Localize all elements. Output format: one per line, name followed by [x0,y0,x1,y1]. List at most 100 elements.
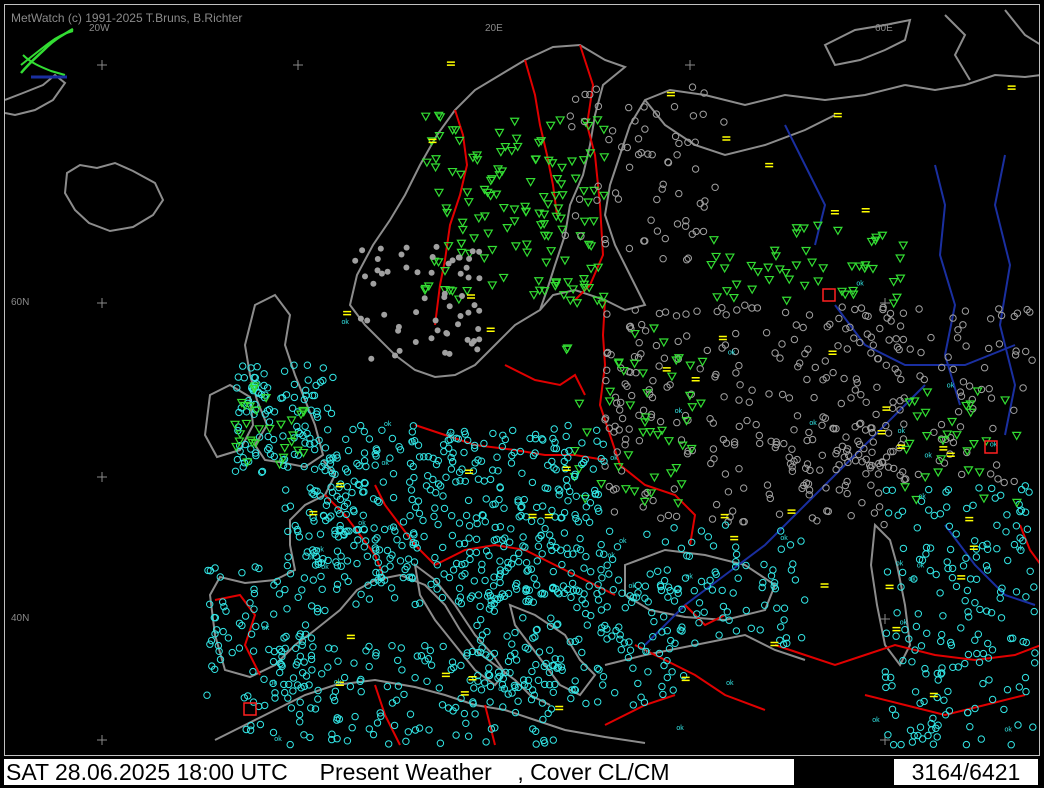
station-symbol [765,390,773,398]
station-symbol [589,465,597,473]
station-symbol [242,725,250,734]
station-symbol [322,501,331,509]
station-symbol [471,710,479,718]
station-symbol [485,664,493,672]
station-symbol [306,733,314,742]
station-symbol [974,630,982,638]
station-symbol [1031,649,1039,657]
station-symbol [294,593,302,601]
station-symbol [870,509,879,517]
station-symbol [448,531,457,540]
overcast-station-symbol [364,317,371,324]
overcast-station-symbol [362,273,368,280]
rain-station-symbol [695,399,706,409]
station-symbol [944,687,952,696]
rain-station-symbol [666,372,677,382]
station-symbol [644,150,652,158]
rain-station-symbol [1000,396,1011,406]
station-symbol [289,687,297,695]
station-symbol [544,709,552,718]
station-symbol [840,374,848,383]
station-symbol [519,676,528,684]
station-symbol [661,234,669,243]
station-symbol [365,435,374,443]
station-symbol [958,470,966,479]
station-symbol [1003,511,1011,519]
station-symbol [625,244,634,253]
station-symbol [1022,687,1030,696]
rain-station-symbol [583,198,594,208]
station-symbol [867,481,875,489]
station-symbol [486,682,495,691]
station-symbol [349,425,357,434]
station-symbol [913,524,921,532]
station-symbol [873,383,881,391]
station-symbol [635,411,643,419]
station-symbol [587,568,595,576]
station-symbol [938,630,946,639]
station-symbol [394,656,402,665]
station-symbol [801,596,809,604]
station-symbol [992,461,1001,469]
station-symbol [316,530,325,538]
station-symbol [876,324,884,333]
station-symbol [439,543,447,552]
station-symbol [748,386,756,394]
rain-station-symbol [867,264,879,274]
fog-station-symbol [460,691,469,696]
rain-station-symbol [764,275,775,285]
rain-station-symbol [684,391,695,401]
station-symbol [634,589,642,597]
station-symbol [357,688,365,696]
station-symbol [481,576,489,585]
coastlines [5,9,1039,744]
station-symbol [582,552,590,561]
station-symbol [538,550,546,558]
fog-station-symbol [666,91,675,97]
station-symbol [282,632,290,641]
overcast-station-symbol [368,355,375,362]
station-symbol [547,614,555,622]
station-symbol [350,541,358,550]
rain-station-symbol [638,428,649,438]
station-symbol [444,704,453,712]
station-symbol [625,103,633,112]
weather-map[interactable]: okokokokokokokokokokokokokokokokokokokok… [5,5,1040,756]
station-symbol [899,335,908,344]
station-symbol [333,547,342,555]
station-symbol [528,478,537,487]
station-symbol [869,341,877,349]
rain-station-symbol [539,210,550,220]
station-symbol [898,507,907,515]
station-symbol [853,379,861,387]
station-symbol [889,398,897,406]
station-symbol [533,581,541,589]
station-symbol [893,609,901,617]
station-symbol [573,603,581,612]
station-symbol [448,512,456,520]
ok-station-label: ok [317,547,325,554]
station-symbol [439,642,447,651]
station-symbol [643,530,651,538]
station-symbol [511,628,519,637]
overcast-station-symbol [455,321,461,328]
station-symbol [843,345,851,353]
station-symbol [684,254,692,262]
station-symbol [917,348,925,357]
station-symbol [548,506,556,515]
station-symbol [656,417,665,426]
station-symbol [734,574,742,582]
rain-station-symbol [888,299,899,309]
fog-station-symbol [939,446,948,451]
rain-station-symbol [629,329,640,339]
overcast-station-symbol [457,313,464,319]
station-symbol [432,460,441,469]
overcast-station-symbol [428,335,435,342]
station-symbol [483,627,491,636]
station-symbol [862,470,870,478]
rain-station-symbol [818,264,829,274]
station-symbol [874,489,883,497]
station-symbol [559,582,568,590]
station-symbol [972,553,981,561]
station-symbol [373,719,382,727]
